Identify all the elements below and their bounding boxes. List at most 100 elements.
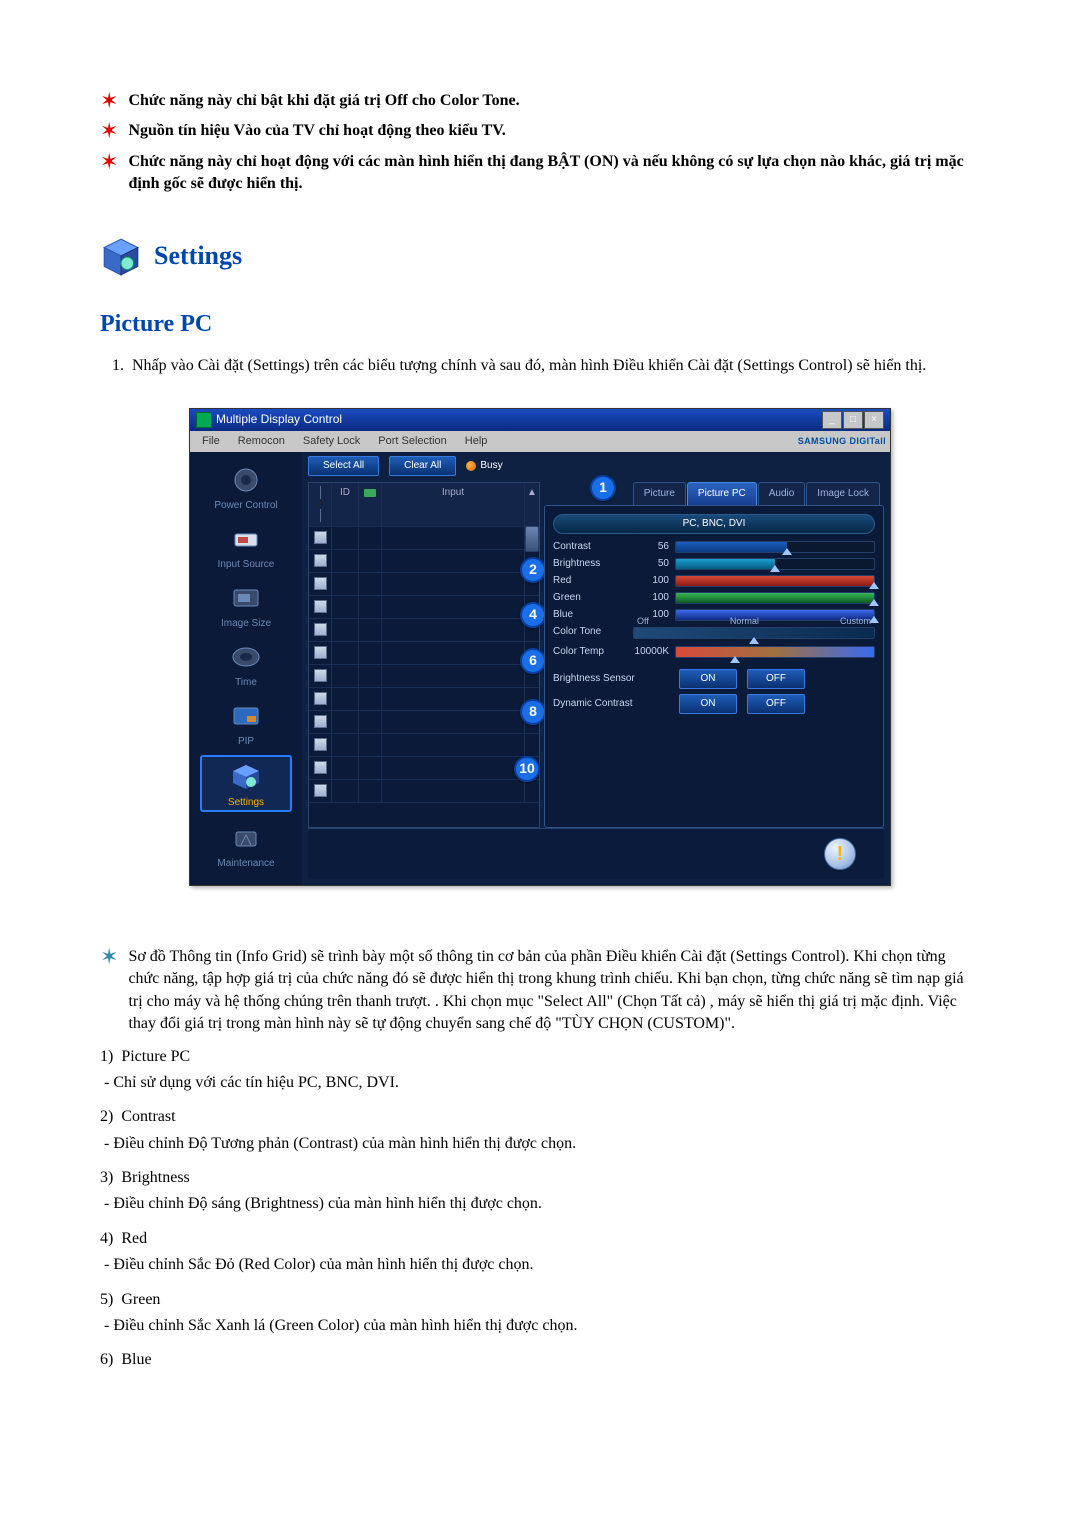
sidebar-item-pip[interactable]: PIP bbox=[202, 696, 290, 749]
intro-note: ✶ Chức năng này chỉ hoạt động với các mà… bbox=[100, 151, 980, 196]
menu-remocon[interactable]: Remocon bbox=[230, 433, 293, 450]
checkbox-icon[interactable] bbox=[314, 646, 327, 659]
settings-header: Settings bbox=[100, 236, 980, 278]
minimize-button[interactable]: _ bbox=[822, 411, 842, 429]
table-row[interactable] bbox=[309, 780, 539, 803]
checkbox-icon[interactable] bbox=[314, 554, 327, 567]
settings-title: Settings bbox=[154, 238, 242, 274]
clear-all-button[interactable]: Clear All bbox=[389, 456, 456, 476]
busy-label: Busy bbox=[480, 459, 502, 473]
table-row[interactable] bbox=[309, 688, 539, 711]
info-grid-note-row: ✶ Sơ đồ Thông tin (Info Grid) sẽ trình b… bbox=[100, 946, 980, 1036]
tab-image-lock[interactable]: Image Lock bbox=[806, 482, 880, 505]
sidebar-item-label: Time bbox=[202, 676, 290, 690]
slider-value: 100 bbox=[633, 591, 675, 605]
callout-2: 2 bbox=[520, 557, 546, 583]
menu-port-selection[interactable]: Port Selection bbox=[370, 433, 454, 450]
menu-help[interactable]: Help bbox=[457, 433, 496, 450]
slider-value: 100 bbox=[633, 574, 675, 588]
tab-picture-pc[interactable]: Picture PC bbox=[687, 482, 757, 505]
color-temp-row: Color Temp 10000K bbox=[553, 645, 875, 659]
close-button[interactable]: × bbox=[864, 411, 884, 429]
dynamic-contrast-on-button[interactable]: ON bbox=[679, 694, 737, 714]
tab-picture[interactable]: Picture bbox=[633, 482, 686, 505]
grid-header-status bbox=[359, 483, 382, 526]
scrollbar-thumb[interactable] bbox=[525, 526, 539, 552]
table-row[interactable] bbox=[309, 711, 539, 734]
slider-thumb-icon bbox=[770, 565, 780, 572]
menu-safety-lock[interactable]: Safety Lock bbox=[295, 433, 368, 450]
list-item-desc: - Điều chỉnh Độ Tương phản (Contrast) củ… bbox=[104, 1133, 980, 1155]
select-all-button[interactable]: Select All bbox=[308, 456, 379, 476]
slider-row-brightness: Brightness50 bbox=[553, 557, 875, 571]
checkbox-icon[interactable] bbox=[314, 577, 327, 590]
sidebar-item-image-size[interactable]: Image Size bbox=[202, 578, 290, 631]
checkbox-icon[interactable] bbox=[314, 623, 327, 636]
intro-notes: ✶ Chức năng này chỉ bật khi đặt giá trị … bbox=[100, 90, 980, 196]
menubar: File Remocon Safety Lock Port Selection … bbox=[190, 431, 890, 452]
table-row[interactable] bbox=[309, 527, 539, 550]
checkbox-icon[interactable] bbox=[314, 784, 327, 797]
sidebar-item-maintenance[interactable]: Maintenance bbox=[202, 818, 290, 871]
checkbox-icon[interactable] bbox=[314, 692, 327, 705]
brightness-sensor-on-button[interactable]: ON bbox=[679, 669, 737, 689]
table-row[interactable] bbox=[309, 642, 539, 665]
slider-track[interactable] bbox=[675, 592, 875, 604]
slider-label: Red bbox=[553, 574, 633, 588]
checkbox-icon[interactable] bbox=[314, 715, 327, 728]
busy-indicator: Busy bbox=[466, 459, 502, 473]
tab-audio[interactable]: Audio bbox=[758, 482, 806, 505]
info-grid-note: Sơ đồ Thông tin (Info Grid) sẽ trình bày… bbox=[128, 946, 980, 1036]
slider-value: 56 bbox=[633, 540, 675, 554]
table-row[interactable] bbox=[309, 619, 539, 642]
checkbox-icon[interactable] bbox=[314, 600, 327, 613]
color-tone-row: Color Tone Off Normal Custom bbox=[553, 625, 875, 639]
slider-thumb-icon bbox=[749, 637, 759, 644]
dynamic-contrast-off-button[interactable]: OFF bbox=[747, 694, 805, 714]
slider-track[interactable] bbox=[675, 575, 875, 587]
list-item-desc: - Chỉ sử dụng với các tín hiệu PC, BNC, … bbox=[104, 1072, 980, 1094]
sidebar-item-input-source[interactable]: Input Source bbox=[202, 519, 290, 572]
slider-track[interactable] bbox=[675, 541, 875, 553]
grid-header-check[interactable] bbox=[309, 483, 332, 526]
sidebar-item-settings[interactable]: Settings bbox=[200, 755, 292, 812]
image-size-icon bbox=[225, 580, 267, 616]
time-icon bbox=[225, 639, 267, 675]
slider-row-green: Green100 bbox=[553, 591, 875, 605]
checkbox-icon[interactable] bbox=[314, 669, 327, 682]
list-item: 4) Red- Điều chỉnh Sắc Đỏ (Red Color) củ… bbox=[100, 1228, 980, 1277]
intro-note-text: Chức năng này chỉ bật khi đặt giá trị Of… bbox=[128, 90, 519, 112]
star-icon: ✶ bbox=[100, 946, 118, 1036]
main-area: Select All Clear All Busy ID In bbox=[302, 452, 890, 885]
grid-scroll-up[interactable]: ▲ bbox=[525, 483, 539, 526]
tabs: Picture Picture PC Audio Image Lock bbox=[544, 482, 884, 505]
tone-opt-normal: Normal bbox=[730, 615, 759, 628]
sidebar-item-power-control[interactable]: Power Control bbox=[202, 460, 290, 513]
tone-opt-custom: Custom bbox=[840, 615, 871, 628]
table-row[interactable] bbox=[309, 734, 539, 757]
checkbox-icon[interactable] bbox=[314, 761, 327, 774]
checkbox-icon[interactable] bbox=[314, 531, 327, 544]
info-icon[interactable]: ! bbox=[824, 838, 856, 870]
table-row[interactable] bbox=[309, 573, 539, 596]
brightness-sensor-row: Brightness Sensor ON OFF bbox=[553, 669, 875, 689]
slider-thumb-icon bbox=[782, 548, 792, 555]
table-row[interactable] bbox=[309, 550, 539, 573]
sidebar-item-time[interactable]: Time bbox=[202, 637, 290, 690]
table-row[interactable] bbox=[309, 757, 539, 780]
color-tone-slider[interactable] bbox=[633, 627, 875, 639]
slider-track[interactable] bbox=[675, 558, 875, 570]
brightness-sensor-off-button[interactable]: OFF bbox=[747, 669, 805, 689]
color-temp-slider[interactable] bbox=[675, 646, 875, 658]
mode-banner: PC, BNC, DVI bbox=[553, 514, 875, 534]
star-icon: ✶ bbox=[100, 120, 118, 142]
checkbox-icon[interactable] bbox=[314, 738, 327, 751]
table-row[interactable] bbox=[309, 596, 539, 619]
maximize-button[interactable]: □ bbox=[843, 411, 863, 429]
table-row[interactable] bbox=[309, 665, 539, 688]
grid-header: ID Input ▲ bbox=[309, 483, 539, 527]
list-item: 3) Brightness- Điều chỉnh Độ sáng (Brigh… bbox=[100, 1167, 980, 1216]
slider-thumb-icon bbox=[869, 582, 879, 589]
slider-label: Blue bbox=[553, 608, 633, 622]
menu-file[interactable]: File bbox=[194, 433, 228, 450]
